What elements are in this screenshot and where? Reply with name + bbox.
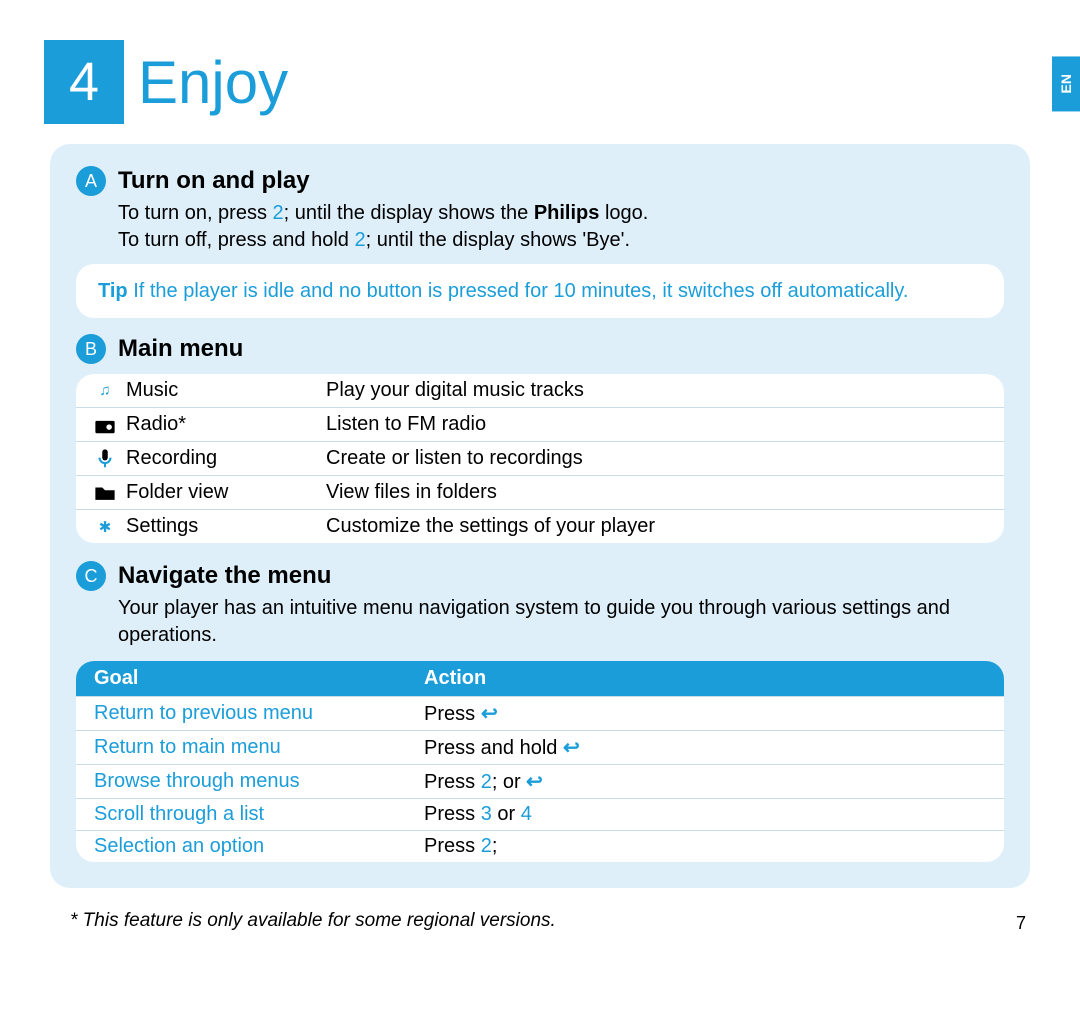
- section-c-intro: Your player has an intuitive menu naviga…: [118, 595, 1004, 649]
- text: To turn off, press and hold: [118, 229, 354, 251]
- menu-name: Settings: [126, 515, 326, 538]
- chapter-title: Enjoy: [138, 48, 288, 117]
- table-row: ✱ Settings Customize the settings of you…: [76, 509, 1004, 543]
- section-a-title: Turn on and play: [118, 167, 310, 195]
- text: until the display shows the: [289, 202, 534, 224]
- menu-name: Folder view: [126, 481, 326, 504]
- section-c-letter: C: [76, 561, 106, 591]
- tip-box: Tip If the player is idle and no button …: [76, 264, 1004, 318]
- return-icon: ↪: [563, 735, 580, 760]
- button-ref: 2: [481, 771, 492, 793]
- text: Press: [424, 835, 481, 857]
- action-cell: Press ↪: [424, 701, 986, 726]
- menu-name: Radio*: [126, 413, 326, 436]
- table-row: Scroll through a list Press 3 or 4: [76, 798, 1004, 830]
- text: Press and hold: [424, 737, 563, 759]
- section-a-body: To turn on, press 2; until the display s…: [118, 200, 1004, 254]
- table-row: Radio* Listen to FM radio: [76, 407, 1004, 441]
- section-b-title: Main menu: [118, 335, 243, 363]
- action-cell: Press 2;: [424, 835, 986, 858]
- action-cell: Press 2; or ↪: [424, 769, 986, 794]
- section-b-letter: B: [76, 334, 106, 364]
- language-tab: EN: [1052, 56, 1080, 111]
- col-action-header: Action: [424, 667, 986, 690]
- section-b-header: B Main menu: [76, 334, 1004, 364]
- content-block: A Turn on and play To turn on, press 2; …: [50, 144, 1030, 888]
- text: or: [492, 803, 521, 825]
- text: Press: [424, 803, 481, 825]
- section-a-header: A Turn on and play: [76, 166, 1004, 196]
- text: logo.: [599, 202, 648, 224]
- section-c-header: C Navigate the menu: [76, 561, 1004, 591]
- microphone-icon: [94, 450, 116, 468]
- text: or: [497, 771, 526, 793]
- tip-label: Tip: [98, 280, 128, 302]
- text: To turn on, press: [118, 202, 273, 224]
- goal-cell: Selection an option: [94, 835, 424, 858]
- chapter-header: 4 Enjoy: [44, 40, 1030, 124]
- goal-cell: Browse through menus: [94, 770, 424, 793]
- table-row: Return to main menu Press and hold ↪: [76, 730, 1004, 764]
- action-cell: Press 3 or 4: [424, 803, 986, 826]
- brand-name: Philips: [534, 202, 600, 224]
- page: EN 4 Enjoy A Turn on and play To turn on…: [0, 0, 1080, 962]
- radio-icon: [94, 416, 116, 434]
- button-ref: 3: [481, 803, 492, 825]
- table-row: ♫ Music Play your digital music tracks: [76, 374, 1004, 407]
- menu-desc: Create or listen to recordings: [326, 447, 986, 470]
- button-ref: 2: [354, 229, 365, 251]
- menu-desc: Play your digital music tracks: [326, 379, 986, 402]
- return-icon: ↪: [481, 701, 498, 726]
- folder-icon: [94, 484, 116, 502]
- gear-icon: ✱: [94, 518, 116, 536]
- menu-desc: View files in folders: [326, 481, 986, 504]
- menu-name: Music: [126, 379, 326, 402]
- table-row: Return to previous menu Press ↪: [76, 696, 1004, 730]
- text: until the display shows 'Bye'.: [371, 229, 630, 251]
- page-number: 7: [1016, 913, 1026, 934]
- button-ref: 2: [273, 202, 284, 224]
- table-row: Folder view View files in folders: [76, 475, 1004, 509]
- section-a-letter: A: [76, 166, 106, 196]
- music-icon: ♫: [94, 382, 116, 400]
- section-c-title: Navigate the menu: [118, 562, 331, 590]
- menu-desc: Customize the settings of your player: [326, 515, 986, 538]
- tip-text: If the player is idle and no button is p…: [128, 280, 909, 302]
- footnote: * This feature is only available for som…: [70, 910, 1030, 932]
- table-row: Recording Create or listen to recordings: [76, 441, 1004, 475]
- text: Press: [424, 771, 481, 793]
- col-goal-header: Goal: [94, 667, 424, 690]
- goal-cell: Return to main menu: [94, 736, 424, 759]
- table-row: Browse through menus Press 2; or ↪: [76, 764, 1004, 798]
- goal-cell: Return to previous menu: [94, 702, 424, 725]
- main-menu-table: ♫ Music Play your digital music tracks R…: [76, 374, 1004, 543]
- table-header: Goal Action: [76, 661, 1004, 696]
- action-cell: Press and hold ↪: [424, 735, 986, 760]
- return-icon: ↪: [526, 769, 543, 794]
- menu-desc: Listen to FM radio: [326, 413, 986, 436]
- table-row: Selection an option Press 2;: [76, 830, 1004, 862]
- text: Press: [424, 703, 481, 725]
- button-ref: 2: [481, 835, 492, 857]
- navigate-table: Goal Action Return to previous menu Pres…: [76, 661, 1004, 862]
- text: ;: [492, 835, 498, 857]
- goal-cell: Scroll through a list: [94, 803, 424, 826]
- chapter-number-box: 4: [44, 40, 124, 124]
- button-ref: 4: [521, 803, 532, 825]
- menu-name: Recording: [126, 447, 326, 470]
